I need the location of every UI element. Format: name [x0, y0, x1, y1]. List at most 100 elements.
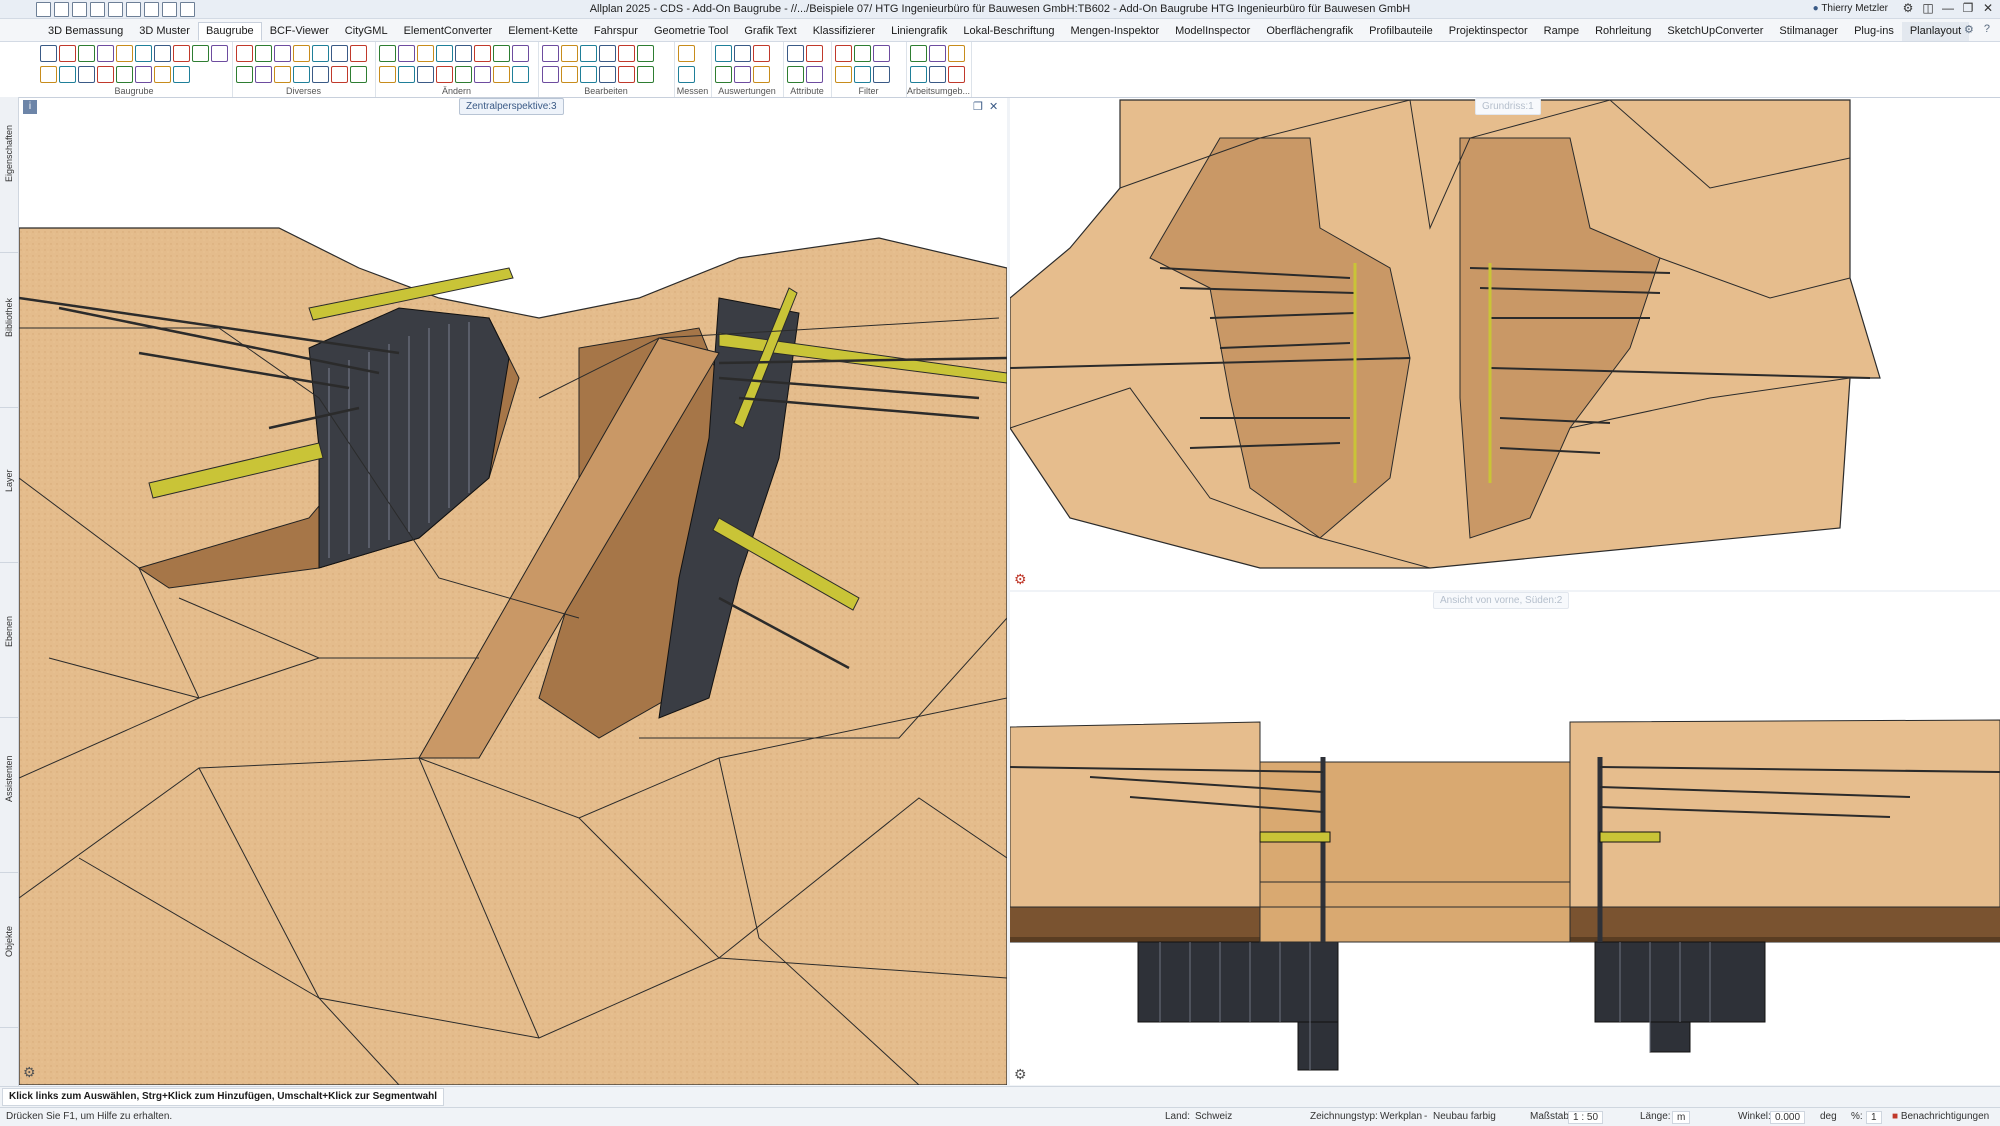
- tab-element-kette[interactable]: Element-Kette: [500, 22, 586, 41]
- ribbon-tool-icon[interactable]: [398, 45, 415, 62]
- ribbon-tool-icon[interactable]: [715, 66, 732, 83]
- ribbon-tool-icon[interactable]: [173, 45, 190, 62]
- navigation-icon[interactable]: ⚙: [23, 1065, 37, 1079]
- ribbon-tool-icon[interactable]: [455, 45, 472, 62]
- plan-viewport[interactable]: Grundriss:1 ⚙: [1010, 98, 2000, 590]
- ribbon-tool-icon[interactable]: [192, 45, 209, 62]
- restore-icon[interactable]: ❐: [1962, 2, 1974, 14]
- help-icon[interactable]: ?: [1984, 23, 1990, 36]
- tab-rampe[interactable]: Rampe: [1536, 22, 1587, 41]
- ribbon-tool-icon[interactable]: [678, 66, 695, 83]
- ribbon-tool-icon[interactable]: [835, 66, 852, 83]
- settings-icon[interactable]: ⚙: [1902, 2, 1914, 14]
- navigation-icon[interactable]: ⚙: [1014, 1067, 1028, 1081]
- ribbon-tool-icon[interactable]: [512, 45, 529, 62]
- tab-elementconverter[interactable]: ElementConverter: [396, 22, 501, 41]
- ribbon-tool-icon[interactable]: [97, 45, 114, 62]
- close-viewport-icon[interactable]: ✕: [989, 100, 1003, 114]
- ribbon-tool-icon[interactable]: [637, 45, 654, 62]
- ribbon-tool-icon[interactable]: [929, 66, 946, 83]
- ribbon-tool-icon[interactable]: [512, 66, 529, 83]
- front-3d-model[interactable]: [1010, 592, 2000, 1085]
- ribbon-tool-icon[interactable]: [678, 45, 695, 62]
- tab-3d-bemassung[interactable]: 3D Bemassung: [40, 22, 131, 41]
- viewport-label-perspective[interactable]: Zentralperspektive:3: [459, 98, 564, 115]
- front-viewport[interactable]: Ansicht von vorne, Süden:2 ⚙: [1010, 592, 2000, 1085]
- tab-mengen-inspektor[interactable]: Mengen-Inspektor: [1062, 22, 1167, 41]
- sidebar-tab-assistenten[interactable]: Assistenten: [0, 717, 18, 873]
- tab-oberflächengrafik[interactable]: Oberflächengrafik: [1258, 22, 1361, 41]
- ribbon-tool-icon[interactable]: [78, 45, 95, 62]
- maximize-viewport-icon[interactable]: ❐: [973, 100, 987, 114]
- ribbon-tool-icon[interactable]: [580, 66, 597, 83]
- ribbon-tool-icon[interactable]: [806, 66, 823, 83]
- ribbon-tool-icon[interactable]: [873, 66, 890, 83]
- ribbon-tool-icon[interactable]: [715, 45, 732, 62]
- ribbon-tool-icon[interactable]: [580, 45, 597, 62]
- ribbon-tool-icon[interactable]: [561, 66, 578, 83]
- sidebar-tab-eigenschaften[interactable]: Eigenschaften: [0, 97, 18, 253]
- tab-klassifizierer[interactable]: Klassifizierer: [805, 22, 883, 41]
- ribbon-tool-icon[interactable]: [274, 45, 291, 62]
- ribbon-tool-icon[interactable]: [455, 66, 472, 83]
- ribbon-tool-icon[interactable]: [787, 66, 804, 83]
- ribbon-tool-icon[interactable]: [806, 45, 823, 62]
- ribbon-tool-icon[interactable]: [948, 45, 965, 62]
- info-icon[interactable]: i: [23, 100, 37, 114]
- ribbon-tool-icon[interactable]: [274, 66, 291, 83]
- ribbon-tool-icon[interactable]: [331, 66, 348, 83]
- ribbon-tool-icon[interactable]: [417, 45, 434, 62]
- ribbon-tool-icon[interactable]: [493, 45, 510, 62]
- ribbon-tool-icon[interactable]: [854, 45, 871, 62]
- ribbon-tool-icon[interactable]: [734, 66, 751, 83]
- ribbon-tool-icon[interactable]: [379, 66, 396, 83]
- ribbon-tool-icon[interactable]: [929, 45, 946, 62]
- ribbon-tool-icon[interactable]: [854, 66, 871, 83]
- close-icon[interactable]: ✕: [1982, 2, 1994, 14]
- tab-stilmanager[interactable]: Stilmanager: [1771, 22, 1846, 41]
- sidebar-tab-ebenen[interactable]: Ebenen: [0, 562, 18, 718]
- angle-field[interactable]: 0.000: [1770, 1111, 1806, 1124]
- ribbon-tool-icon[interactable]: [753, 66, 770, 83]
- tab-grafik-text[interactable]: Grafik Text: [736, 22, 804, 41]
- tab-liniengrafik[interactable]: Liniengrafik: [883, 22, 955, 41]
- ribbon-tool-icon[interactable]: [293, 45, 310, 62]
- percent-field[interactable]: 1: [1866, 1111, 1882, 1124]
- ribbon-tool-icon[interactable]: [542, 66, 559, 83]
- ribbon-tool-icon[interactable]: [135, 66, 152, 83]
- minimize-icon[interactable]: —: [1942, 2, 1954, 14]
- tab-profilbauteile[interactable]: Profilbauteile: [1361, 22, 1441, 41]
- ribbon-tool-icon[interactable]: [599, 45, 616, 62]
- ribbon-tool-icon[interactable]: [835, 45, 852, 62]
- ribbon-tool-icon[interactable]: [236, 45, 253, 62]
- ribbon-tool-icon[interactable]: [873, 45, 890, 62]
- ribbon-tool-icon[interactable]: [542, 45, 559, 62]
- ribbon-tool-icon[interactable]: [618, 45, 635, 62]
- gear-icon[interactable]: ⚙: [1964, 23, 1974, 36]
- ribbon-tool-icon[interactable]: [948, 66, 965, 83]
- ribbon-tool-icon[interactable]: [40, 66, 57, 83]
- tab-projektinspector[interactable]: Projektinspector: [1441, 22, 1536, 41]
- ribbon-tool-icon[interactable]: [599, 66, 616, 83]
- user-name[interactable]: ● Thierry Metzler: [1813, 3, 1888, 14]
- viewport-label-front[interactable]: Ansicht von vorne, Süden:2: [1433, 592, 1570, 609]
- ribbon-tool-icon[interactable]: [398, 66, 415, 83]
- tab-plug-ins[interactable]: Plug-ins: [1846, 22, 1902, 41]
- ribbon-tool-icon[interactable]: [379, 45, 396, 62]
- ribbon-tool-icon[interactable]: [135, 45, 152, 62]
- viewport-label-plan[interactable]: Grundriss:1: [1475, 98, 1541, 115]
- ribbon-tool-icon[interactable]: [59, 45, 76, 62]
- navigation-icon[interactable]: ⚙: [1014, 572, 1028, 586]
- drawing-style-value[interactable]: Neubau farbig: [1433, 1111, 1496, 1122]
- tab-baugrube[interactable]: Baugrube: [197, 22, 262, 41]
- ribbon-tool-icon[interactable]: [417, 66, 434, 83]
- ribbon-tool-icon[interactable]: [561, 45, 578, 62]
- ribbon-tool-icon[interactable]: [474, 66, 491, 83]
- ribbon-tool-icon[interactable]: [312, 66, 329, 83]
- ribbon-tool-icon[interactable]: [154, 66, 171, 83]
- tab-sketchupconverter[interactable]: SketchUpConverter: [1659, 22, 1771, 41]
- ribbon-tool-icon[interactable]: [154, 45, 171, 62]
- tab-3d-muster[interactable]: 3D Muster: [131, 22, 198, 41]
- ribbon-tool-icon[interactable]: [211, 45, 228, 62]
- tab-lokal-beschriftung[interactable]: Lokal-Beschriftung: [955, 22, 1062, 41]
